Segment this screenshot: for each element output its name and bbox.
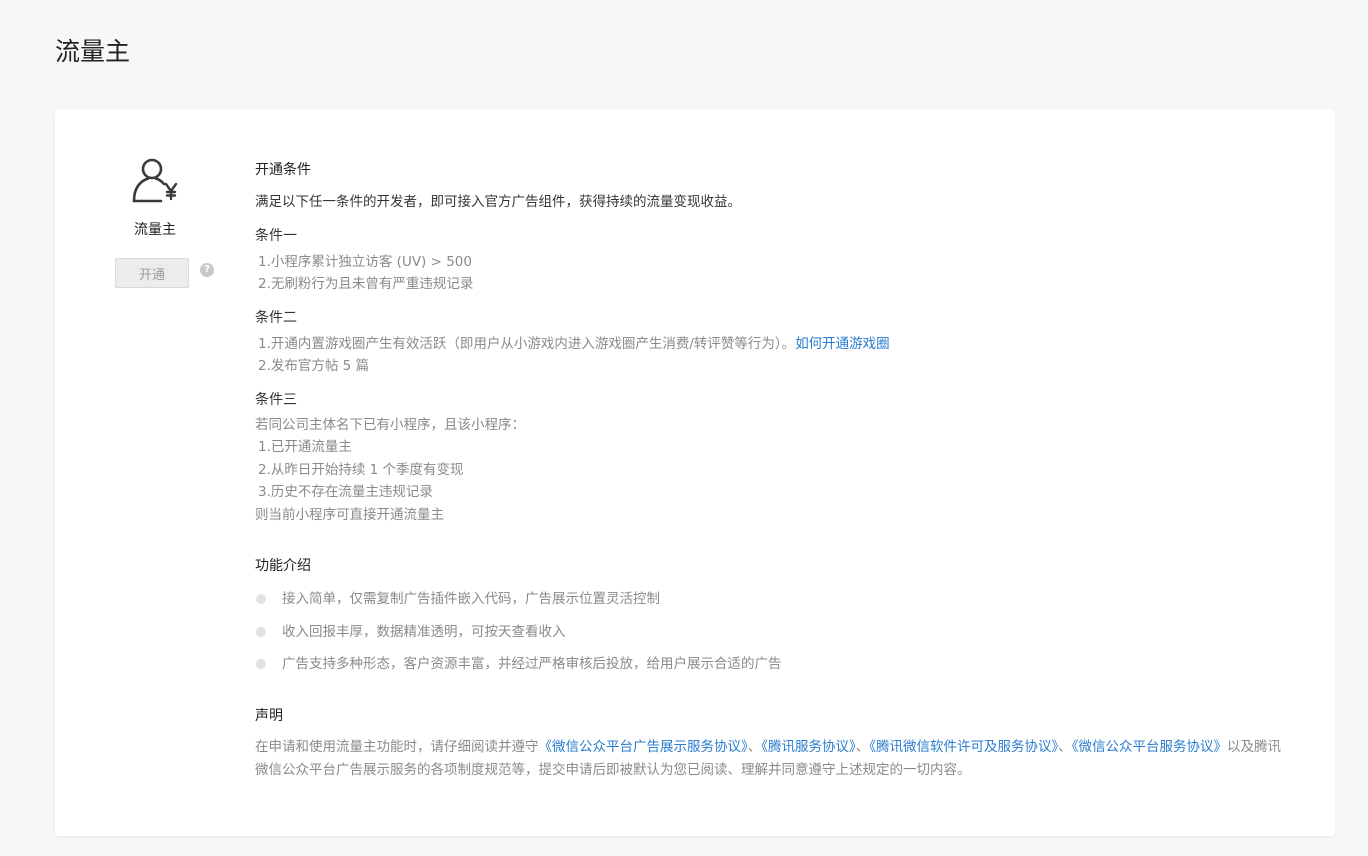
conditions-intro: 满足以下任一条件的开发者，即可接入官方广告组件，获得持续的流量变现收益。 [255,194,741,210]
wechat-software-license-link[interactable]: 《腾讯微信软件许可及服务协议》 [869,739,1058,755]
condition-three-lead: 若同公司主体名下已有小程序，且该小程序： [255,416,525,433]
condition-one-item: 2.无刷粉行为且未曾有严重违规记录 [258,276,474,292]
ad-service-agreement-link[interactable]: 《微信公众平台广告展示服务协议》 [539,739,748,755]
condition-one-item: 1.小程序累计独立访客 (UV) > 500 [258,253,472,270]
condition-two-item-text: 1.开通内置游戏圈产生有效活跃（即用户从小游戏内进入游戏圈产生消费/转评赞等行为… [258,335,796,352]
condition-one-title: 条件一 [255,227,297,244]
user-yen-icon [132,158,178,203]
platform-service-agreement-link[interactable]: 《微信公众平台服务协议》 [1072,739,1227,755]
condition-three-item: 3.历史不存在流量主违规记录 [258,484,433,500]
game-circle-help-link[interactable]: 如何开通游戏圈 [795,336,890,352]
condition-two-title: 条件二 [255,309,297,326]
condition-two-item: 2.发布官方帖 5 篇 [258,358,370,374]
condition-three-tail: 则当前小程序可直接开通流量主 [255,506,444,523]
bullet-dot-icon [256,659,266,669]
statement-text: 在申请和使用流量主功能时，请仔细阅读并遵守《微信公众平台广告展示服务协议》、《腾… [255,738,1281,778]
content: 开通条件 满足以下任一条件的开发者，即可接入官方广告组件，获得持续的流量变现收益… [255,159,1285,782]
features-list: 接入简单，仅需复制广告插件嵌入代码，广告展示位置灵活控制 收入回报丰厚，数据精准… [255,583,1285,681]
feature-item: 接入简单，仅需复制广告插件嵌入代码，广告展示位置灵活控制 [255,583,1285,616]
features-title: 功能介绍 [255,558,311,574]
condition-three-item: 1.已开通流量主 [258,439,352,455]
condition-two-item: 1.开通内置游戏圈产生有效活跃（即用户从小游戏内进入游戏圈产生消费/转评赞等行为… [255,333,1285,356]
tencent-service-agreement-link[interactable]: 《腾讯服务协议》 [761,739,856,755]
product-card: 流量主 开通 ? 开通条件 满足以下任一条件的开发者，即可接入官方广告组件，获得… [55,109,1335,836]
conditions-title: 开通条件 [255,162,311,178]
bullet-dot-icon [256,594,266,604]
condition-three-item: 2.从昨日开始持续 1 个季度有变现 [258,461,464,478]
bullet-dot-icon [256,626,266,637]
condition-three-title: 条件三 [255,391,297,408]
feature-item: 广告支持多种形态，客户资源丰富，并经过严格审核后投放，给用户展示合适的广告 [255,648,1285,681]
open-button[interactable]: 开通 [115,258,189,288]
feature-item: 收入回报丰厚，数据精准透明，可按天查看收入 [255,616,1285,649]
page-title: 流量主 [55,37,131,66]
statement-title: 声明 [255,707,283,724]
question-icon[interactable]: ? [200,263,214,277]
